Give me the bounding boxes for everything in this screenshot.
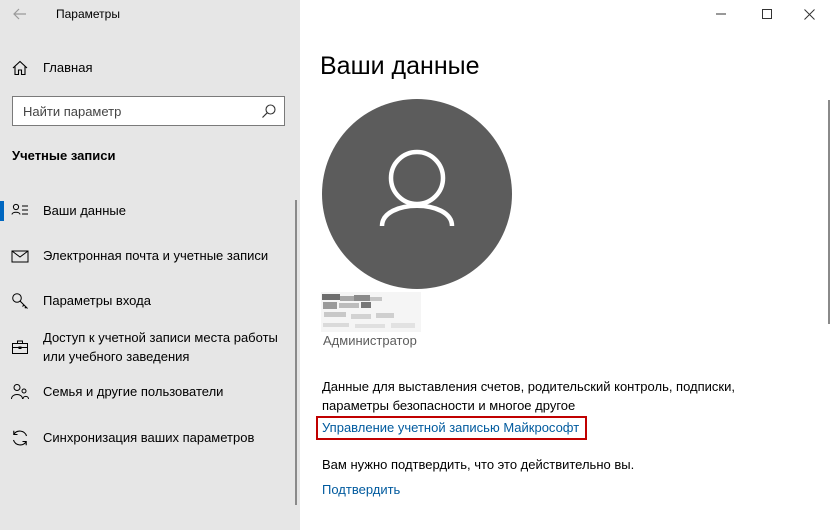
avatar[interactable] xyxy=(322,99,512,289)
main-scrollbar[interactable] xyxy=(828,100,830,324)
back-button[interactable] xyxy=(6,2,34,26)
people-icon xyxy=(11,384,29,400)
title-bar: Параметры xyxy=(0,0,300,30)
maximize-icon xyxy=(762,9,772,19)
close-icon xyxy=(803,8,815,20)
sidebar-item-sign-in-options[interactable]: Параметры входа xyxy=(0,281,290,321)
search-icon[interactable] xyxy=(261,103,277,119)
main-content: Ваши данные Администратор Данные для выс… xyxy=(300,0,831,530)
sidebar-item-work-access[interactable]: Доступ к учетной записи места работы или… xyxy=(0,326,290,370)
user-role: Администратор xyxy=(323,333,417,348)
sidebar-scrollbar[interactable] xyxy=(295,200,297,505)
home-icon xyxy=(12,60,28,76)
sidebar-item-email[interactable]: Электронная почта и учетные записи xyxy=(0,236,290,276)
page-title: Ваши данные xyxy=(320,52,480,80)
maximize-button[interactable] xyxy=(744,0,790,28)
person-card-icon xyxy=(11,203,28,215)
verify-link[interactable]: Подтвердить xyxy=(322,482,400,497)
briefcase-icon xyxy=(12,340,28,354)
section-title: Учетные записи xyxy=(12,148,116,163)
sidebar-item-sync[interactable]: Синхронизация ваших параметров xyxy=(0,418,290,458)
sidebar-item-label: Ваши данные xyxy=(43,203,126,218)
close-button[interactable] xyxy=(786,0,831,28)
sidebar-item-label: Семья и другие пользователи xyxy=(43,384,224,399)
sidebar-item-your-info[interactable]: Ваши данные xyxy=(0,191,290,231)
back-arrow-icon xyxy=(13,8,26,20)
sidebar-item-home[interactable]: Главная xyxy=(0,52,300,84)
search-input[interactable] xyxy=(13,97,253,125)
app-title: Параметры xyxy=(56,7,120,21)
sidebar-item-label: Параметры входа xyxy=(43,293,151,308)
sidebar-item-label: Синхронизация ваших параметров xyxy=(43,430,255,445)
verify-text: Вам нужно подтвердить, что это действите… xyxy=(322,457,635,472)
key-icon xyxy=(12,293,28,309)
search-box[interactable] xyxy=(12,96,285,126)
mail-icon xyxy=(11,250,29,263)
active-indicator xyxy=(0,201,4,221)
sidebar-item-label: Главная xyxy=(43,60,93,75)
account-info-text: Данные для выставления счетов, родительс… xyxy=(322,379,735,413)
minimize-button[interactable] xyxy=(698,0,744,28)
sync-icon xyxy=(12,430,28,446)
user-name-redacted xyxy=(321,292,421,332)
sidebar-item-label: Доступ к учетной записи места работы или… xyxy=(43,330,278,364)
manage-microsoft-account-link[interactable]: Управление учетной записью Майкрософт xyxy=(322,420,579,435)
sidebar-item-family[interactable]: Семья и другие пользователи xyxy=(0,372,290,412)
user-icon xyxy=(379,149,455,227)
sidebar: Параметры Главная Учетные записи Ваши да… xyxy=(0,0,300,530)
sidebar-item-label: Электронная почта и учетные записи xyxy=(43,248,269,263)
minimize-icon xyxy=(716,13,726,15)
